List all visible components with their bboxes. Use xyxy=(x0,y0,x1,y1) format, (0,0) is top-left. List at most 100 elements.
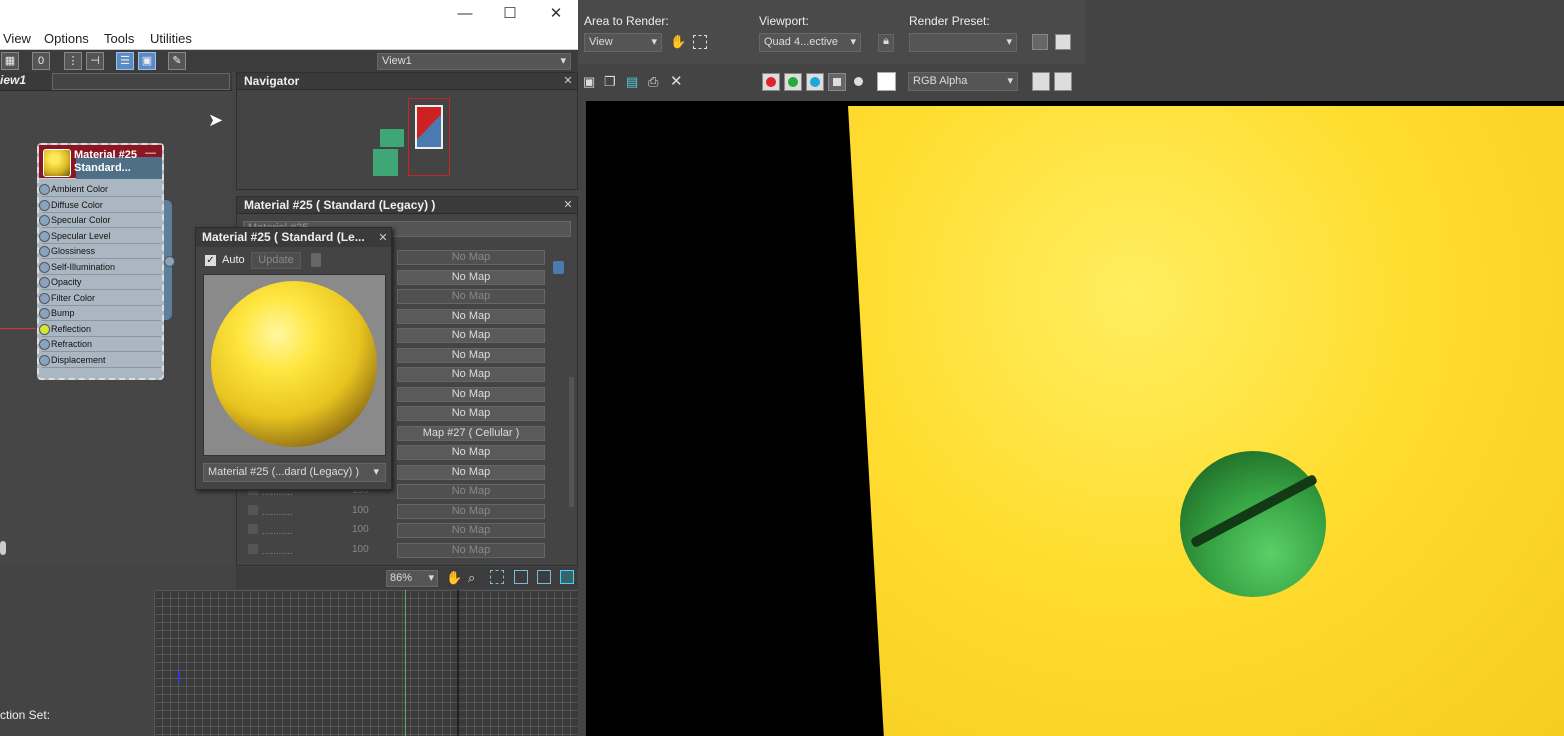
zoom-extents-selected-icon[interactable] xyxy=(537,570,551,584)
map-button[interactable]: No Map xyxy=(397,523,545,538)
alpha-channel-toggle[interactable] xyxy=(828,73,846,91)
navigator-panel[interactable]: Navigator ✕ xyxy=(236,72,578,190)
blue-channel-toggle[interactable] xyxy=(806,73,824,91)
toggle-ui-overlay-icon[interactable] xyxy=(1032,72,1050,91)
socket-icon[interactable] xyxy=(39,215,50,226)
menu-options[interactable]: Options xyxy=(44,31,89,46)
close-icon[interactable]: ✕ xyxy=(377,232,389,244)
close-icon[interactable]: ✕ xyxy=(562,199,574,211)
map-button[interactable]: No Map xyxy=(397,484,545,499)
amount-value[interactable]: 100 xyxy=(352,524,369,535)
socket-icon[interactable] xyxy=(39,354,50,366)
channel-select[interactable]: RGB Alpha ▾ xyxy=(908,72,1018,91)
menu-utilities[interactable]: Utilities xyxy=(150,31,192,46)
collapse-icon[interactable]: — xyxy=(145,147,156,159)
viewport-grid[interactable] xyxy=(154,590,578,736)
slot-self-illumination[interactable]: Self-Illumination xyxy=(39,260,161,275)
map-button[interactable]: No Map xyxy=(397,504,545,519)
save-icon[interactable]: ▣ xyxy=(583,74,595,90)
slot-reflection[interactable]: Reflection xyxy=(39,322,161,337)
show-list-icon[interactable]: ☰ xyxy=(116,52,134,70)
slot-ambient[interactable]: Ambient Color xyxy=(39,182,161,197)
green-channel-toggle[interactable] xyxy=(784,73,802,91)
edit-region-icon[interactable]: ✋ xyxy=(670,34,686,50)
checker-icon[interactable]: ▦ xyxy=(1,52,19,70)
socket-icon[interactable] xyxy=(39,199,50,211)
close-icon[interactable]: ✕ xyxy=(541,4,571,24)
layout-icon[interactable]: ⋮ xyxy=(64,52,82,70)
monochrome-icon[interactable] xyxy=(854,77,863,86)
slot-displacement[interactable]: Displacement xyxy=(39,353,161,368)
zero-icon[interactable]: 0 xyxy=(32,52,50,70)
pick-material-icon[interactable]: ✎ xyxy=(168,52,186,70)
socket-icon[interactable] xyxy=(39,184,50,195)
color-swatch[interactable] xyxy=(877,72,896,91)
render-setup-icon[interactable] xyxy=(1032,34,1048,50)
map-button[interactable]: No Map xyxy=(397,465,545,480)
material-preview-window[interactable]: Material #25 ( Standard (Le... ✕ ✓ Auto … xyxy=(195,227,392,490)
copy-icon[interactable]: ❐ xyxy=(604,74,616,90)
scrollbar[interactable] xyxy=(569,377,574,507)
socket-icon[interactable] xyxy=(39,323,50,335)
slot-diffuse[interactable]: Diffuse Color xyxy=(39,198,161,213)
scroll-handle-icon[interactable] xyxy=(0,541,6,555)
zoom-region-icon[interactable] xyxy=(490,570,504,584)
clone-icon[interactable]: ▤ xyxy=(626,74,638,90)
update-button[interactable]: Update xyxy=(251,252,301,269)
toggle-ui-icon[interactable] xyxy=(1054,72,1072,91)
map-button[interactable]: No Map xyxy=(397,387,545,402)
socket-icon[interactable] xyxy=(39,230,50,242)
map-button[interactable]: No Map xyxy=(397,367,545,382)
viewport-select[interactable]: Quad 4...ective ▾ xyxy=(759,33,861,52)
socket-icon[interactable] xyxy=(39,339,50,350)
map-button-cellular[interactable]: Map #27 ( Cellular ) xyxy=(397,426,545,441)
view-select[interactable]: View1 ▾ xyxy=(377,53,571,70)
map-button[interactable]: No Map xyxy=(397,270,545,285)
amount-value[interactable]: 100 xyxy=(352,544,369,555)
slot-bump[interactable]: Bump xyxy=(39,306,161,321)
slot-opacity[interactable]: Opacity xyxy=(39,275,161,290)
render-preset-select[interactable]: ▾ xyxy=(909,33,1017,52)
socket-icon[interactable] xyxy=(39,292,50,304)
socket-icon[interactable] xyxy=(39,277,50,288)
zoom-extents-icon[interactable] xyxy=(514,570,528,584)
map-button[interactable]: No Map xyxy=(397,406,545,421)
lock-icon[interactable]: 🔒︎ xyxy=(878,34,894,52)
socket-icon[interactable] xyxy=(39,246,50,257)
view-tab[interactable]: iew1 xyxy=(0,73,50,90)
layout-children-icon[interactable]: ⊣ xyxy=(86,52,104,70)
pin-icon[interactable] xyxy=(311,253,321,267)
map-button[interactable]: No Map xyxy=(397,348,545,363)
map-button[interactable]: No Map xyxy=(397,250,545,265)
socket-icon[interactable] xyxy=(39,261,50,273)
auto-region-icon[interactable] xyxy=(693,35,707,49)
map-button[interactable]: No Map xyxy=(397,543,545,558)
zoom-select[interactable]: 86% ▾ xyxy=(386,570,438,587)
menu-view[interactable]: View xyxy=(3,31,31,46)
map-button[interactable]: No Map xyxy=(397,445,545,460)
close-icon[interactable]: ✕ xyxy=(562,75,574,87)
lock-icon[interactable] xyxy=(553,261,564,274)
slot-specular-level[interactable]: Specular Level xyxy=(39,229,161,244)
zoom-icon[interactable]: ⌕ xyxy=(468,570,475,586)
clear-icon[interactable]: ✕ xyxy=(670,72,683,90)
area-to-render-select[interactable]: View ▾ xyxy=(584,33,662,52)
socket-icon[interactable] xyxy=(39,308,50,319)
show-map-icon[interactable]: ▣ xyxy=(138,52,156,70)
map-button[interactable]: No Map xyxy=(397,328,545,343)
maximize-icon[interactable]: ☐ xyxy=(495,4,525,24)
pan-icon[interactable]: ✋ xyxy=(446,570,462,586)
preview-material-select[interactable]: Material #25 (...dard (Legacy) ) ▾ xyxy=(203,463,386,482)
slot-glossiness[interactable]: Glossiness xyxy=(39,244,161,259)
environment-icon[interactable] xyxy=(1055,34,1071,50)
view-tab-empty[interactable] xyxy=(52,73,230,90)
print-icon[interactable]: ⎙ xyxy=(648,74,658,90)
material-node[interactable]: Material #25 Standard... — Ambient Color… xyxy=(37,143,164,380)
slot-refraction[interactable]: Refraction xyxy=(39,337,161,352)
slot-filter-color[interactable]: Filter Color xyxy=(39,291,161,306)
auto-checkbox[interactable]: ✓ xyxy=(205,255,216,266)
minimize-icon[interactable]: — xyxy=(450,4,480,24)
menu-tools[interactable]: Tools xyxy=(104,31,134,46)
map-button[interactable]: No Map xyxy=(397,309,545,324)
amount-value[interactable]: 100 xyxy=(352,505,369,516)
